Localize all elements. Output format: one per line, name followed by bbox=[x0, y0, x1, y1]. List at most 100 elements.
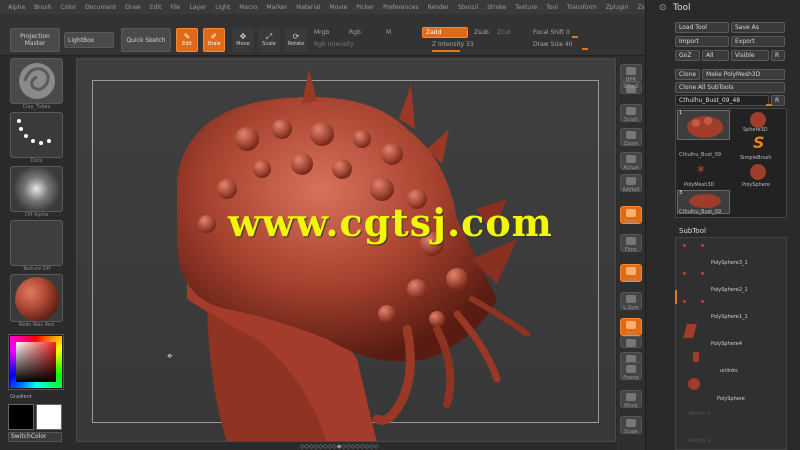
menu-item-document[interactable]: Document bbox=[85, 4, 116, 11]
menu-item-tool[interactable]: Tool bbox=[546, 4, 558, 11]
goz-button[interactable]: GoZ bbox=[675, 50, 700, 61]
import-button[interactable]: Import bbox=[675, 36, 729, 47]
menu-item-edit[interactable]: Edit bbox=[150, 4, 162, 11]
tool-cell-cthulhu-bust[interactable] bbox=[677, 110, 730, 140]
persp-icon bbox=[626, 209, 636, 217]
subtool-row[interactable]: PolySphere3_1 bbox=[673, 240, 785, 266]
floor-icon bbox=[626, 237, 636, 245]
zadd-toggle[interactable]: Zadd bbox=[422, 27, 468, 38]
clone-all-subtools-button[interactable]: Clone All SubTools bbox=[675, 82, 785, 93]
menu-item-zplugin[interactable]: Zplugin bbox=[606, 4, 629, 11]
edit-icon: ✎ bbox=[183, 32, 191, 41]
stroke-thumbnail[interactable] bbox=[10, 112, 63, 158]
menu-item-render[interactable]: Render bbox=[427, 4, 448, 11]
saturation-square[interactable] bbox=[16, 342, 56, 382]
right-shelf-label: Scale bbox=[624, 429, 638, 435]
menu-item-preferences[interactable]: Preferences bbox=[383, 4, 418, 11]
subtool-row[interactable]: PolySphere4 bbox=[673, 322, 785, 347]
scale-mode-button[interactable]: ⤢ Scale bbox=[258, 28, 280, 52]
right-shelf-lasso-button[interactable] bbox=[620, 336, 642, 348]
menu-item-draw[interactable]: Draw bbox=[125, 4, 141, 11]
subtool-thumb-icon bbox=[683, 272, 686, 275]
tool-cap-5: Cthulhu_Bust_09 bbox=[679, 209, 722, 215]
menu-item-material[interactable]: Material bbox=[296, 4, 320, 11]
material-caption: Reds Wax Red bbox=[18, 322, 55, 328]
aahalf-icon bbox=[626, 177, 636, 185]
visible-button[interactable]: Visible bbox=[731, 50, 769, 61]
subtool-label: unlinks bbox=[720, 368, 738, 374]
menu-item-file[interactable]: File bbox=[170, 4, 180, 11]
mrgb-toggle[interactable]: Mrgb bbox=[314, 29, 329, 36]
focal-shift-slider[interactable]: Focal Shift 0 bbox=[533, 29, 570, 36]
edit-mode-button[interactable]: ✎ Edit bbox=[176, 28, 198, 52]
right-shelf-label: Actual bbox=[623, 165, 639, 171]
bust-icon bbox=[689, 194, 721, 208]
menu-item-texture[interactable]: Texture bbox=[515, 4, 537, 11]
menu-item-macro[interactable]: Macro bbox=[239, 4, 257, 11]
subtool-row[interactable]: PolySphere bbox=[673, 376, 785, 402]
menu-item-brush[interactable]: Brush bbox=[34, 4, 51, 11]
alpha-thumbnail[interactable] bbox=[10, 166, 63, 212]
subtool-thumb-icon bbox=[701, 300, 704, 303]
current-tool-r-button[interactable]: R bbox=[771, 95, 785, 106]
tool-cap-0: Cthulhu_Bust_09 bbox=[679, 152, 722, 158]
save-as-button[interactable]: Save As bbox=[731, 22, 785, 33]
menu-item-color[interactable]: Color bbox=[60, 4, 76, 11]
subtool-row[interactable]: PolySphere1_1 bbox=[673, 296, 785, 320]
menu-item-picker[interactable]: Picker bbox=[356, 4, 374, 11]
menu-item-stencil[interactable]: Stencil bbox=[458, 4, 478, 11]
menu-item-stroke[interactable]: Stroke bbox=[487, 4, 506, 11]
m-toggle[interactable]: M bbox=[386, 29, 391, 36]
draw-mode-button[interactable]: ✐ Draw bbox=[203, 28, 225, 52]
zsub-toggle[interactable]: Zsub bbox=[474, 29, 489, 36]
subtool-label: PolySphere1_1 bbox=[711, 314, 748, 320]
z-intensity-slider[interactable]: Z Intensity 33 bbox=[432, 41, 474, 48]
draw-size-slider[interactable]: Draw Size 40 bbox=[533, 41, 572, 48]
lightbox-button[interactable]: LightBox bbox=[64, 32, 114, 48]
rgb-intensity-slider[interactable]: Rgb Intensity bbox=[314, 41, 354, 48]
make-polymesh-button[interactable]: Make PolyMesh3D bbox=[702, 69, 785, 80]
subtool-thumb-icon bbox=[683, 244, 686, 247]
rgb-toggle[interactable]: Rgb bbox=[349, 29, 361, 36]
top-toolbar: Projection Master LightBox Quick Sketch … bbox=[0, 14, 645, 56]
menu-item-alpha[interactable]: Alpha bbox=[8, 4, 25, 11]
gradient-label[interactable]: Gradient bbox=[10, 394, 32, 400]
menu-item-transform[interactable]: Transform bbox=[567, 4, 597, 11]
zcut-toggle[interactable]: Zcut bbox=[497, 29, 511, 36]
subtool-row[interactable]: unlinks bbox=[673, 350, 785, 374]
menu-item-movie[interactable]: Movie bbox=[330, 4, 348, 11]
clone-button[interactable]: Clone bbox=[675, 69, 700, 80]
sphere-icon bbox=[750, 164, 766, 180]
goz-r-button[interactable]: R bbox=[771, 50, 785, 61]
menu-item-marker[interactable]: Marker bbox=[266, 4, 287, 11]
all-button[interactable]: All bbox=[702, 50, 729, 61]
rotate-mode-button[interactable]: ⟳ Rotate bbox=[285, 28, 307, 52]
quick-sketch-button[interactable]: Quick Sketch bbox=[121, 28, 171, 52]
current-tool-field[interactable]: Cthulhu_Bust_09_48 bbox=[675, 95, 769, 106]
draw-size-fill bbox=[582, 48, 588, 50]
main-color-swatch[interactable] bbox=[8, 404, 34, 430]
watermark: www.cgtsj.com bbox=[228, 200, 553, 245]
color-picker[interactable] bbox=[8, 334, 64, 390]
move-mode-button[interactable]: ✥ Move bbox=[232, 28, 254, 52]
canvas-viewport[interactable]: ⌖ bbox=[76, 58, 616, 442]
load-tool-button[interactable]: Load Tool bbox=[675, 22, 729, 33]
material-thumbnail[interactable] bbox=[10, 274, 63, 322]
subtool-row[interactable]: Attribs 1 bbox=[673, 405, 785, 421]
subtool-label: PolySphere3_1 bbox=[711, 260, 748, 266]
subtool-header[interactable]: SubTool bbox=[679, 227, 706, 235]
export-button[interactable]: Export bbox=[731, 36, 785, 47]
menu-item-light[interactable]: Light bbox=[215, 4, 230, 11]
secondary-color-swatch[interactable] bbox=[36, 404, 62, 430]
scroll-indicator[interactable]: ◇◇◇◇◇◇◇◇◆◇◇◇◇◇◇◇◇ bbox=[300, 443, 378, 450]
subtool-row[interactable]: PolySphere2_1 bbox=[673, 268, 785, 293]
tool-panel-icon: ⊙ bbox=[659, 3, 667, 13]
scale-icon: ⤢ bbox=[265, 32, 273, 41]
texture-thumbnail[interactable] bbox=[10, 220, 63, 266]
switch-color-button[interactable]: SwitchColor bbox=[8, 432, 62, 442]
brush-thumbnail[interactable] bbox=[10, 58, 63, 104]
projection-master-button[interactable]: Projection Master bbox=[10, 28, 60, 52]
menu-item-layer[interactable]: Layer bbox=[190, 4, 207, 11]
right-shelf-label: Persp bbox=[624, 219, 638, 225]
subtool-row[interactable]: Attribs 2 bbox=[673, 432, 785, 448]
